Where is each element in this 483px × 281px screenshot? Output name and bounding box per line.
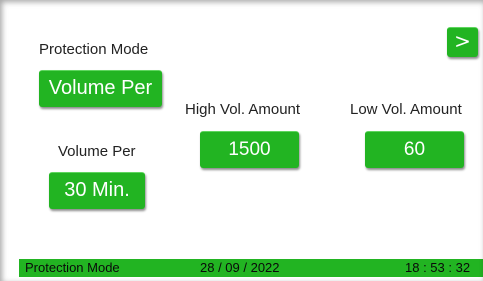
high-vol-amount-input[interactable]: 1500 bbox=[200, 131, 299, 168]
status-mode: Protection Mode bbox=[25, 260, 120, 275]
next-page-button[interactable]: > bbox=[447, 27, 478, 57]
low-vol-amount-label: Low Vol. Amount bbox=[350, 101, 462, 118]
status-bar: Protection Mode 28 / 09 / 2022 18 : 53 :… bbox=[19, 259, 483, 277]
status-time: 18 : 53 : 32 bbox=[405, 260, 471, 275]
protection-mode-label: Protection Mode bbox=[39, 41, 149, 58]
high-vol-amount-label: High Vol. Amount bbox=[185, 101, 301, 118]
status-date: 28 / 09 / 2022 bbox=[200, 260, 280, 275]
volume-per-interval-button[interactable]: 30 Min. bbox=[49, 172, 145, 209]
hmi-screen: > Protection Mode Volume Per Volume Per … bbox=[0, 0, 483, 281]
low-vol-amount-input[interactable]: 60 bbox=[365, 131, 464, 168]
protection-mode-button[interactable]: Volume Per bbox=[39, 70, 162, 107]
next-arrow-icon: > bbox=[454, 29, 471, 53]
volume-per-label: Volume Per bbox=[58, 143, 136, 160]
